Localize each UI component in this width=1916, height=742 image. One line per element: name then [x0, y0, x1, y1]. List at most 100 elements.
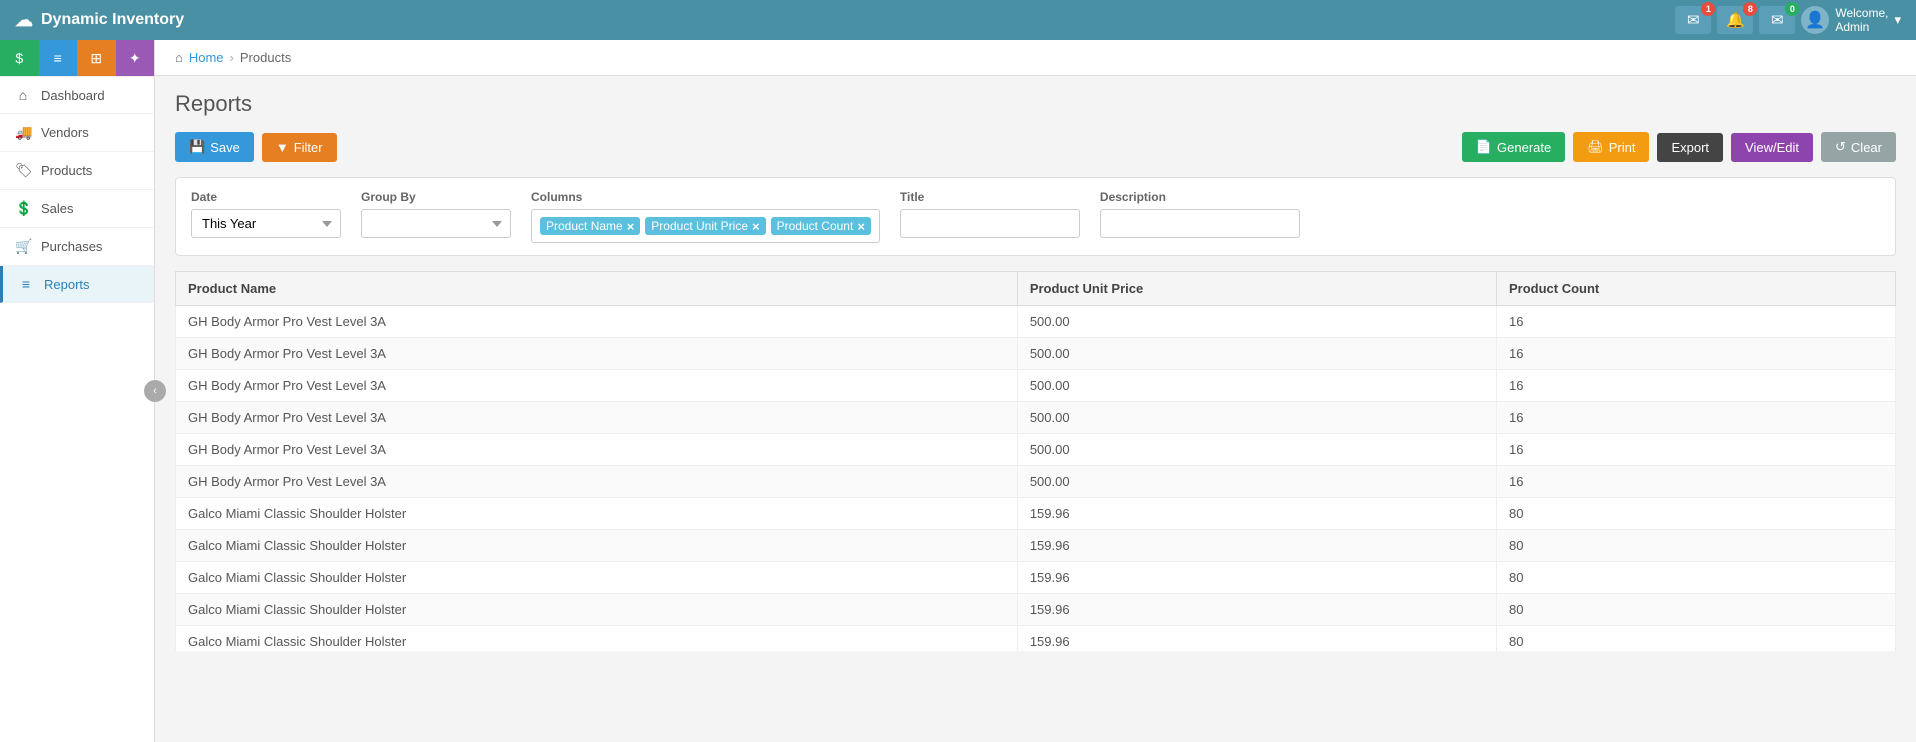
cell-product-count: 16 [1496, 434, 1895, 466]
columns-label: Columns [531, 190, 880, 204]
sidebar-item-dashboard[interactable]: ⌂ Dashboard [0, 77, 154, 114]
navbar-right: ✉ 1 🔔 8 ✉ 0 👤 Welcome, Admin ▾ [1675, 6, 1901, 35]
clear-button[interactable]: ↺ Clear [1821, 132, 1896, 162]
envelope-icon: ✉ [1771, 11, 1784, 29]
cell-product-unit-price: 500.00 [1017, 306, 1496, 338]
sidebar-collapse-button[interactable]: ‹ [144, 380, 166, 402]
top-navbar: ☁ Dynamic Inventory ✉ 1 🔔 8 ✉ 0 👤 Welcom… [0, 0, 1916, 40]
cell-product-unit-price: 500.00 [1017, 338, 1496, 370]
view-edit-button[interactable]: View/Edit [1731, 133, 1813, 162]
cell-product-name: GH Body Armor Pro Vest Level 3A [176, 402, 1018, 434]
sidebar-icon-grid[interactable]: ⊞ [77, 40, 116, 76]
toolbar-right: 📄 Generate 🖨 Print Export View/Edit ↺ [1462, 132, 1896, 162]
group-by-filter-group: Group By [361, 190, 511, 238]
column-tag-count-remove[interactable]: × [857, 220, 865, 233]
breadcrumb-home[interactable]: Home [189, 50, 224, 65]
sidebar-item-vendors[interactable]: 🚚 Vendors [0, 114, 154, 152]
app-brand: ☁ Dynamic Inventory [15, 10, 184, 31]
user-name: Admin [1835, 20, 1888, 34]
cell-product-count: 80 [1496, 562, 1895, 594]
group-by-select[interactable] [361, 209, 511, 238]
column-tag-count-label: Product Count [777, 219, 854, 233]
sidebar-label-sales: Sales [41, 201, 74, 216]
save-button[interactable]: 💾 Save [175, 132, 254, 162]
table-row: Galco Miami Classic Shoulder Holster 159… [176, 498, 1896, 530]
cloud-icon: ☁ [15, 10, 33, 31]
table-row: Galco Miami Classic Shoulder Holster 159… [176, 594, 1896, 626]
table-row: GH Body Armor Pro Vest Level 3A 500.00 1… [176, 306, 1896, 338]
page-content: Reports 💾 Save ▼ Filter 📄 Generate [155, 76, 1916, 666]
cell-product-unit-price: 500.00 [1017, 370, 1496, 402]
page-title: Reports [175, 91, 1896, 117]
cell-product-unit-price: 159.96 [1017, 626, 1496, 652]
cell-product-name: Galco Miami Classic Shoulder Holster [176, 530, 1018, 562]
table-header-row: Product Name Product Unit Price Product … [176, 272, 1896, 306]
column-tag-product-count[interactable]: Product Count × [771, 217, 871, 235]
mail-button[interactable]: ✉ 1 [1675, 6, 1711, 34]
column-tag-price-remove[interactable]: × [752, 220, 760, 233]
sidebar-label-reports: Reports [44, 277, 90, 292]
sidebar-item-reports[interactable]: ≡ Reports [0, 266, 154, 303]
sidebar-item-sales[interactable]: 💲 Sales [0, 190, 154, 228]
sidebar-icon-list[interactable]: ≡ [39, 40, 78, 76]
date-filter-group: Date This Year Last Year This Month Last… [191, 190, 341, 238]
description-label: Description [1100, 190, 1300, 204]
bell-icon: 🔔 [1726, 11, 1745, 29]
cell-product-count: 80 [1496, 498, 1895, 530]
user-menu[interactable]: 👤 Welcome, Admin ▾ [1801, 6, 1901, 35]
cell-product-count: 16 [1496, 402, 1895, 434]
description-filter-group: Description [1100, 190, 1300, 238]
envelope-button[interactable]: ✉ 0 [1759, 6, 1795, 34]
title-input[interactable] [900, 209, 1080, 238]
avatar: 👤 [1801, 6, 1829, 34]
table-row: GH Body Armor Pro Vest Level 3A 500.00 1… [176, 370, 1896, 402]
sidebar-icon-dollar[interactable]: $ [0, 40, 39, 76]
bell-button[interactable]: 🔔 8 [1717, 6, 1753, 34]
cell-product-name: GH Body Armor Pro Vest Level 3A [176, 338, 1018, 370]
cell-product-unit-price: 500.00 [1017, 466, 1496, 498]
breadcrumb-current: Products [240, 50, 291, 65]
table-row: GH Body Armor Pro Vest Level 3A 500.00 1… [176, 434, 1896, 466]
filter-button[interactable]: ▼ Filter [262, 133, 337, 162]
clear-icon: ↺ [1835, 139, 1846, 155]
home-breadcrumb-icon: ⌂ [175, 50, 183, 65]
table-row: GH Body Armor Pro Vest Level 3A 500.00 1… [176, 466, 1896, 498]
column-tag-product-name[interactable]: Product Name × [540, 217, 640, 235]
column-tag-price-label: Product Unit Price [651, 219, 748, 233]
table-wrapper: Product Name Product Unit Price Product … [175, 271, 1896, 651]
cell-product-name: GH Body Armor Pro Vest Level 3A [176, 370, 1018, 402]
sidebar-icon-bar: $ ≡ ⊞ ✦ [0, 40, 154, 77]
cell-product-count: 80 [1496, 530, 1895, 562]
filter-icon: ▼ [276, 140, 289, 155]
generate-button[interactable]: 📄 Generate [1462, 132, 1565, 162]
cart-icon: 🛒 [15, 238, 31, 255]
sidebar-label-dashboard: Dashboard [41, 88, 105, 103]
cell-product-name: Galco Miami Classic Shoulder Holster [176, 626, 1018, 652]
group-by-label: Group By [361, 190, 511, 204]
cell-product-unit-price: 159.96 [1017, 530, 1496, 562]
user-info: Welcome, Admin [1835, 6, 1888, 35]
app-title: Dynamic Inventory [41, 11, 184, 29]
columns-tags[interactable]: Product Name × Product Unit Price × Prod… [531, 209, 880, 243]
data-table: Product Name Product Unit Price Product … [175, 271, 1896, 651]
cell-product-count: 16 [1496, 306, 1895, 338]
toolbar: 💾 Save ▼ Filter 📄 Generate 🖨 Print [175, 132, 1896, 162]
date-select[interactable]: This Year Last Year This Month Last Mont… [191, 209, 341, 238]
sidebar-icon-star[interactable]: ✦ [116, 40, 155, 76]
column-tag-name-label: Product Name [546, 219, 623, 233]
sidebar-item-purchases[interactable]: 🛒 Purchases [0, 228, 154, 266]
mail-badge: 1 [1701, 2, 1715, 16]
chevron-down-icon: ▾ [1894, 12, 1901, 28]
column-tag-name-remove[interactable]: × [627, 220, 635, 233]
export-button[interactable]: Export [1657, 133, 1723, 162]
col-header-product-count: Product Count [1496, 272, 1895, 306]
description-input[interactable] [1100, 209, 1300, 238]
breadcrumb: ⌂ Home › Products [155, 40, 1916, 76]
table-row: GH Body Armor Pro Vest Level 3A 500.00 1… [176, 338, 1896, 370]
print-icon: 🖨 [1587, 139, 1604, 155]
col-header-product-unit-price: Product Unit Price [1017, 272, 1496, 306]
column-tag-product-unit-price[interactable]: Product Unit Price × [645, 217, 765, 235]
table-body: GH Body Armor Pro Vest Level 3A 500.00 1… [176, 306, 1896, 652]
print-button[interactable]: 🖨 Print [1573, 132, 1649, 162]
sidebar-item-products[interactable]: 🏷 Products [0, 152, 154, 190]
